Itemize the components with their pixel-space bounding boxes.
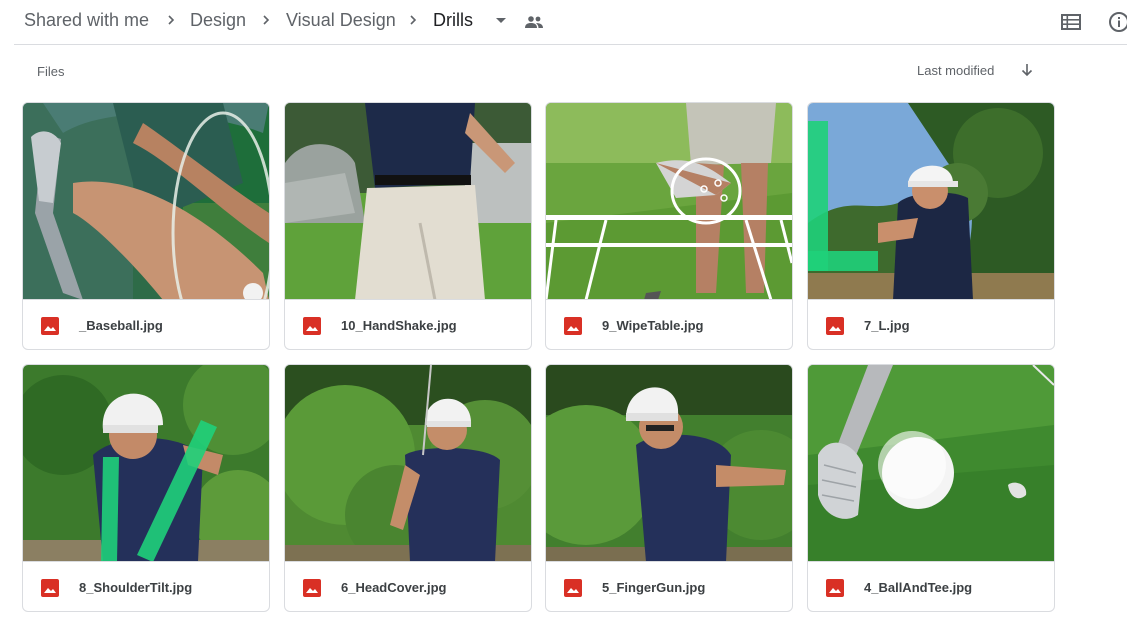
people-icon[interactable] <box>524 14 544 30</box>
file-card[interactable]: 10_HandShake.jpg <box>284 102 532 350</box>
list-view-button[interactable] <box>1059 10 1083 34</box>
file-name: 4_BallAndTee.jpg <box>864 580 973 595</box>
chevron-right-icon <box>263 15 270 25</box>
file-name: 5_FingerGun.jpg <box>602 580 706 595</box>
info-icon <box>1109 12 1127 32</box>
arrow-drop-down-icon[interactable] <box>496 15 506 25</box>
file-name: 8_ShoulderTilt.jpg <box>79 580 193 595</box>
image-file-icon <box>826 579 844 597</box>
file-card[interactable]: 4_BallAndTee.jpg <box>807 364 1055 612</box>
file-thumbnail <box>546 103 792 300</box>
file-card[interactable]: 9_WipeTable.jpg <box>545 102 793 350</box>
breadcrumb-shared-with-me[interactable]: Shared with me <box>24 9 149 31</box>
list-view-icon <box>1061 14 1081 30</box>
file-card[interactable]: 7_L.jpg <box>807 102 1055 350</box>
file-thumbnail <box>285 365 531 562</box>
breadcrumb-design[interactable]: Design <box>190 9 246 31</box>
files-section-label: Files <box>37 64 65 79</box>
image-file-icon <box>41 579 59 597</box>
file-thumbnail <box>23 103 269 300</box>
file-card[interactable]: 6_HeadCover.jpg <box>284 364 532 612</box>
file-card[interactable]: 8_ShoulderTilt.jpg <box>22 364 270 612</box>
breadcrumb-visual-design[interactable]: Visual Design <box>286 9 396 31</box>
file-thumbnail <box>23 365 269 562</box>
file-name: 6_HeadCover.jpg <box>341 580 447 595</box>
sort-by-last-modified[interactable]: Last modified <box>917 63 994 79</box>
file-thumbnail <box>808 103 1054 300</box>
breadcrumb-bar: Shared with me Design Visual Design Dril… <box>14 0 1127 45</box>
chevron-right-icon <box>410 15 417 25</box>
image-file-icon <box>303 317 321 335</box>
file-thumbnail <box>546 365 792 562</box>
file-card[interactable]: _Baseball.jpg <box>22 102 270 350</box>
file-name: 10_HandShake.jpg <box>341 318 457 333</box>
chevron-right-icon <box>168 15 175 25</box>
image-file-icon <box>564 317 582 335</box>
file-thumbnail <box>808 365 1054 562</box>
image-file-icon <box>303 579 321 597</box>
info-button[interactable] <box>1107 10 1127 34</box>
file-thumbnail <box>285 103 531 300</box>
file-name: 7_L.jpg <box>864 318 910 333</box>
image-file-icon <box>826 317 844 335</box>
image-file-icon <box>41 317 59 335</box>
arrow-down-icon[interactable] <box>1018 61 1036 79</box>
file-name: 9_WipeTable.jpg <box>602 318 704 333</box>
file-card[interactable]: 5_FingerGun.jpg <box>545 364 793 612</box>
file-name: _Baseball.jpg <box>79 318 163 333</box>
image-file-icon <box>564 579 582 597</box>
breadcrumb-drills[interactable]: Drills <box>433 9 473 31</box>
